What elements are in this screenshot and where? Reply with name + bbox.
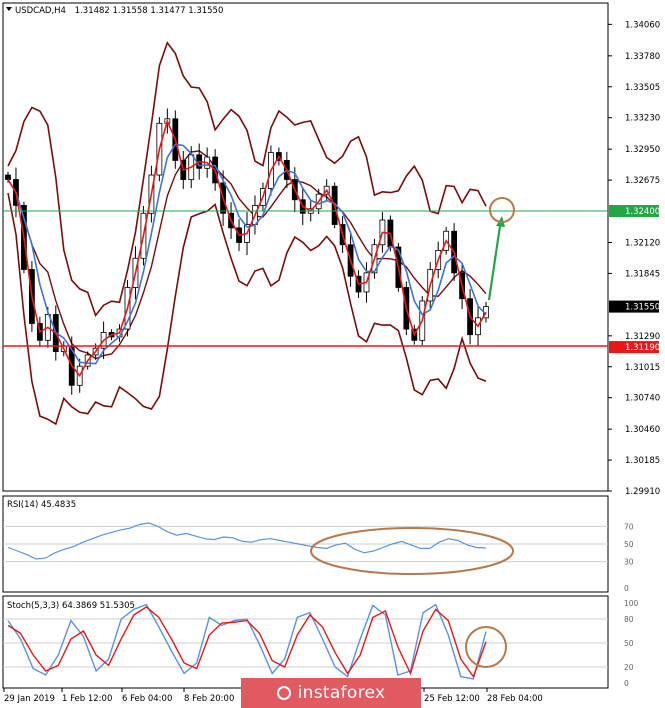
price-tick-label: 1.29910 <box>625 487 660 497</box>
time-tick-label: 28 Feb 04:00 <box>487 694 543 704</box>
stoch-label: Stoch(5,3,3) 64.3869 51.5305 <box>7 601 135 611</box>
rsi-level-label: 70 <box>624 522 634 531</box>
time-tick-label: 6 Feb 04:00 <box>122 694 172 704</box>
brand-ring-icon <box>276 686 291 700</box>
stoch-level-label: 80 <box>624 615 634 624</box>
symbol-label: USDCAD,H4 <box>15 6 66 16</box>
price-tick-label: 1.30185 <box>625 456 660 466</box>
price-tick-label: 1.34060 <box>625 20 660 30</box>
instaforex-watermark: instaforex <box>241 678 421 708</box>
price-tick-label: 1.30460 <box>625 425 660 435</box>
stoch-panel: Stoch(5,3,3) 64.3869 51.5305 <box>2 595 609 689</box>
rsi-axis: 70 50 30 0 <box>624 522 634 593</box>
svg-text:USDCAD,H4 1.31482 1.3155: USDCAD,H4 1.31482 1.31558 1.31477 1.3155… <box>15 6 223 16</box>
rsi-label: RSI(14) 45.4835 <box>7 500 76 510</box>
resistance-price-label: 1.32400 <box>625 207 660 217</box>
price-tick-label: 1.32675 <box>625 176 660 186</box>
stoch-level-label: 20 <box>624 663 634 672</box>
price-tick-label: 1.31845 <box>625 269 660 279</box>
rsi-panel: RSI(14) 45.4835 <box>2 495 609 593</box>
stoch-level-label: 50 <box>624 639 634 648</box>
current-price-label: 1.31550 <box>625 303 660 313</box>
price-tick-label: 1.33505 <box>625 83 660 93</box>
support-price-label: 1.31190 <box>625 343 660 353</box>
ohlc-label: 1.31482 1.31558 1.31477 1.31550 <box>75 6 224 16</box>
time-tick-label: 29 Jan 2019 <box>4 694 55 704</box>
brand-text: instaforex <box>297 683 386 703</box>
time-tick-label: 1 Feb 12:00 <box>62 694 112 704</box>
price-tick-label: 1.30740 <box>625 394 660 404</box>
price-tick-label: 1.31015 <box>625 363 660 373</box>
chart-svg: USDCAD,H4 1.31482 1.31558 1.31477 1.3155… <box>2 2 660 704</box>
candle-body <box>5 174 11 180</box>
rsi-level-label: 0 <box>624 584 629 593</box>
price-tick-label: 1.32120 <box>625 239 660 249</box>
price-tick-label: 1.31290 <box>625 332 660 342</box>
price-tick-label: 1.32950 <box>625 145 660 155</box>
rsi-level-label: 50 <box>624 540 634 549</box>
price-axis: 1.34060 1.33780 1.33505 1.33230 1.32950 1.326… <box>608 20 660 497</box>
price-tick-label: 1.33230 <box>625 114 660 124</box>
rsi-level-label: 30 <box>624 558 634 567</box>
time-tick-label: 8 Feb 20:00 <box>184 694 234 704</box>
stoch-level-label: 0 <box>624 679 629 688</box>
stoch-axis: 100 80 50 20 0 <box>624 599 639 688</box>
price-panel: USDCAD,H4 1.31482 1.31558 1.31477 1.3155… <box>2 2 609 492</box>
stoch-level-label: 100 <box>624 599 639 608</box>
price-tick-label: 1.33780 <box>625 52 660 62</box>
time-tick-label: 25 Feb 12:00 <box>424 694 480 704</box>
